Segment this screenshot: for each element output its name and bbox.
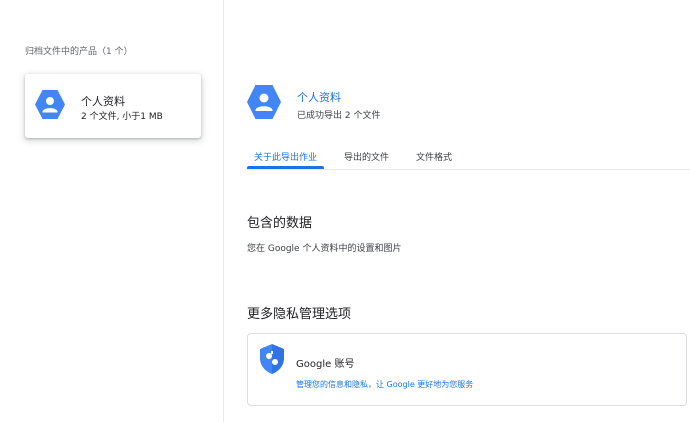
- archive-products-heading: 归档文件中的产品（1 个）: [25, 47, 133, 57]
- product-card-profile[interactable]: 个人资料 2 个文件, 小于1 MB: [25, 74, 201, 138]
- product-card-subtitle: 2 个文件, 小于1 MB: [81, 112, 163, 122]
- sidebar: 归档文件中的产品（1 个） 个人资料 2 个文件, 小于1 MB: [0, 0, 224, 422]
- google-account-title: Google 账号: [296, 359, 355, 370]
- manage-privacy-link[interactable]: 管理您的信息和隐私，让 Google 更好地为您服务: [296, 379, 473, 390]
- privacy-options-heading: 更多隐私管理选项: [247, 307, 352, 322]
- google-account-card[interactable]: Google 账号 管理您的信息和隐私，让 Google 更好地为您服务: [247, 333, 687, 406]
- google-account-shield-icon: [260, 344, 284, 374]
- tab-about-export[interactable]: 关于此导出作业: [254, 150, 317, 163]
- included-data-heading: 包含的数据: [247, 216, 313, 231]
- tab-exported-files[interactable]: 导出的文件: [344, 150, 389, 163]
- export-status: 已成功导出 2 个文件: [297, 111, 381, 121]
- product-card-title: 个人资料: [81, 95, 125, 108]
- tab-file-formats[interactable]: 文件格式: [416, 150, 452, 163]
- included-data-description: 您在 Google 个人资料中的设置和图片: [247, 244, 402, 254]
- export-tabs: 关于此导出作业 导出的文件 文件格式: [247, 145, 690, 170]
- product-title: 个人资料: [297, 91, 341, 104]
- profile-hexagon-icon: [35, 90, 65, 119]
- profile-hexagon-icon: [247, 85, 281, 119]
- active-tab-indicator: [247, 166, 324, 169]
